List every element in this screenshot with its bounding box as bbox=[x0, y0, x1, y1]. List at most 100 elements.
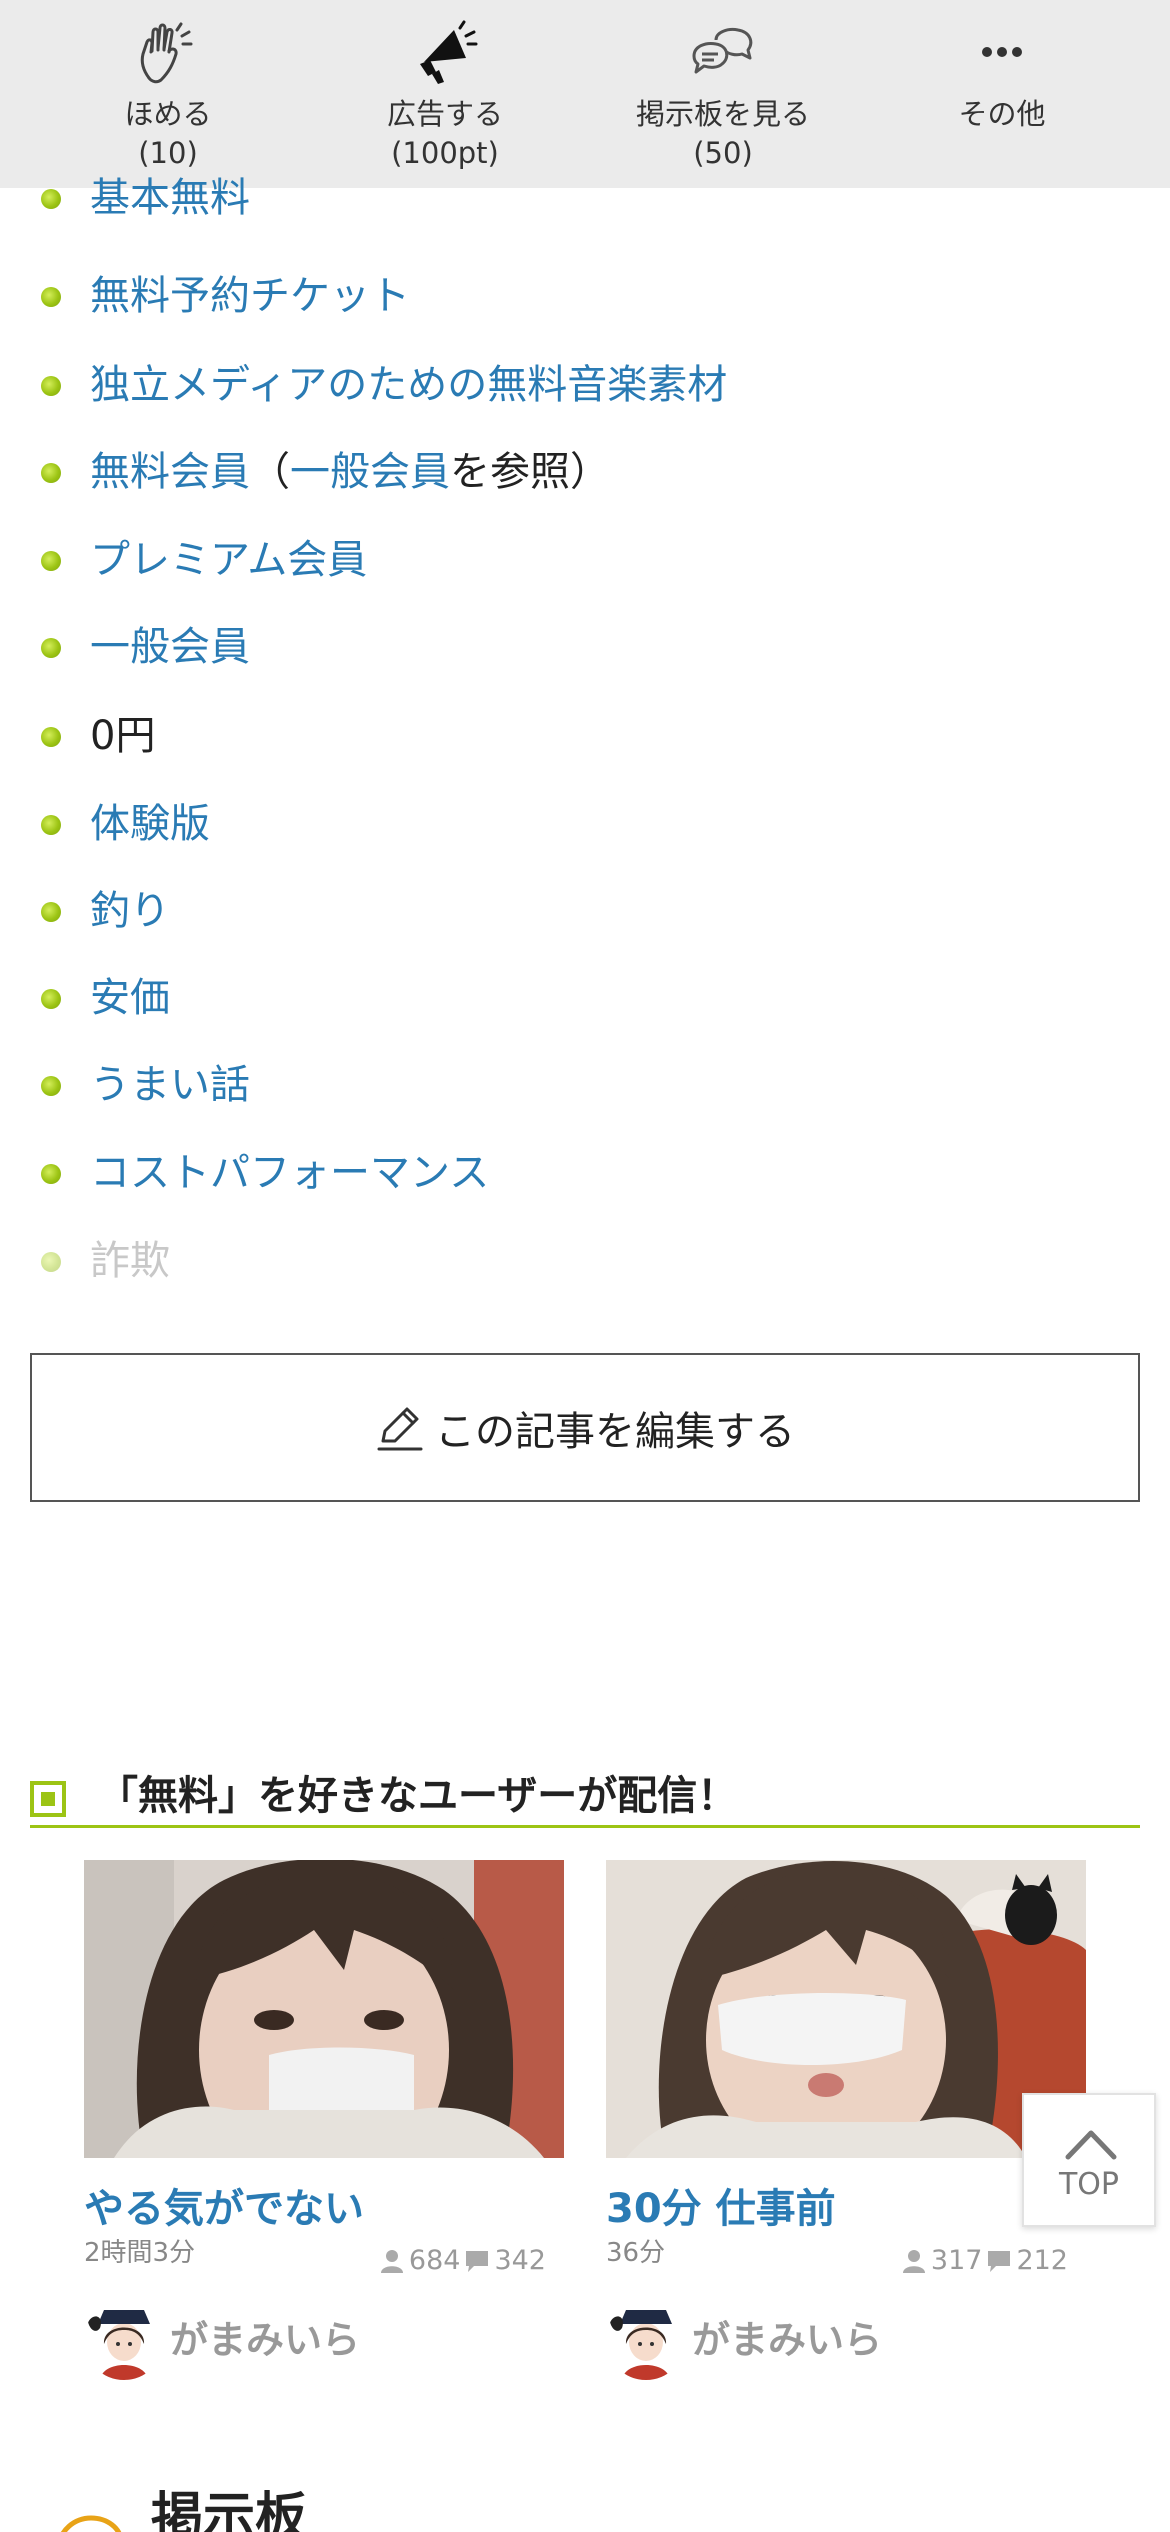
bullet-icon bbox=[41, 1164, 61, 1184]
praise-button[interactable]: ほめる (10) bbox=[38, 0, 298, 188]
advertise-label: 広告する bbox=[386, 97, 503, 131]
paren-open: （ bbox=[250, 449, 290, 495]
pencil-icon bbox=[377, 1407, 423, 1450]
board-title: 掲示板 bbox=[151, 2488, 308, 2532]
avatar-image bbox=[84, 2300, 164, 2380]
praise-count: (10) bbox=[138, 136, 198, 170]
bullet-icon bbox=[41, 902, 61, 922]
chat-bubbles-icon bbox=[692, 28, 753, 74]
list-item: 体験版 bbox=[0, 794, 1170, 854]
stream-card[interactable]: 30分 仕事前 36分 317 212 がまみいら bbox=[606, 1860, 1086, 2380]
scroll-top-button[interactable]: TOP bbox=[1022, 2093, 1156, 2227]
more-icon bbox=[982, 47, 1022, 57]
related-link[interactable]: 体験版 bbox=[90, 801, 210, 847]
related-link[interactable]: 安価 bbox=[90, 975, 170, 1021]
related-plain-text: 0円 bbox=[90, 713, 156, 759]
list-item: 無料予約チケット bbox=[0, 266, 1170, 326]
list-item-text: 無料予約チケット bbox=[90, 266, 410, 326]
stream-card[interactable]: やる気がでない 2時間3分 684 342 がまみいら bbox=[84, 1860, 564, 2380]
stream-thumbnail[interactable] bbox=[84, 1860, 564, 2158]
list-item: 釣り bbox=[0, 881, 1170, 941]
bullet-icon bbox=[41, 638, 61, 658]
section-title: 「無料」を好きなユーザーが配信！ bbox=[98, 1773, 738, 1819]
list-item-text: 安価 bbox=[90, 968, 170, 1028]
comment-icon bbox=[988, 2251, 1011, 2272]
avatar[interactable] bbox=[84, 2300, 164, 2380]
avatar-image bbox=[606, 2300, 686, 2380]
list-item-text: 体験版 bbox=[90, 794, 210, 854]
list-item-text: 無料会員（一般会員を参照） bbox=[90, 442, 610, 502]
see-text: を参照） bbox=[450, 449, 610, 495]
stream-thumbnail-image bbox=[84, 1860, 564, 2158]
stream-stats: 684 342 bbox=[379, 2244, 546, 2278]
stream-user[interactable]: がまみいら bbox=[606, 2300, 1086, 2380]
edit-article-button[interactable]: この記事を編集する bbox=[30, 1353, 1140, 1502]
viewer-icon bbox=[902, 2250, 925, 2273]
list-item: 無料会員（一般会員を参照） bbox=[0, 442, 1170, 502]
bullet-icon bbox=[41, 1252, 61, 1272]
advertise-count: (100pt) bbox=[391, 136, 499, 170]
bullet-icon bbox=[41, 815, 61, 835]
related-link[interactable]: 一般会員 bbox=[290, 449, 450, 495]
praise-label: ほめる bbox=[124, 97, 212, 131]
list-item: うまい話 bbox=[0, 1055, 1170, 1115]
clap-icon bbox=[140, 22, 193, 84]
related-link[interactable]: 基本無料 bbox=[90, 175, 250, 221]
related-link[interactable]: 無料予約チケット bbox=[90, 273, 410, 319]
list-item: 詐欺 bbox=[0, 1231, 1170, 1291]
comment-count: 212 bbox=[1016, 2245, 1068, 2276]
related-link[interactable]: 釣り bbox=[90, 888, 170, 934]
user-name[interactable]: がまみいら bbox=[170, 2314, 360, 2366]
comment-icon bbox=[466, 2251, 489, 2272]
bullet-icon bbox=[41, 989, 61, 1009]
list-item: コストパフォーマンス bbox=[0, 1143, 1170, 1203]
list-item: プレミアム会員 bbox=[0, 530, 1170, 590]
viewer-icon bbox=[380, 2250, 403, 2273]
stream-thumbnail[interactable] bbox=[606, 1860, 1086, 2158]
list-item-text: 釣り bbox=[90, 881, 170, 941]
bullet-icon bbox=[41, 1076, 61, 1096]
list-item-text: プレミアム会員 bbox=[90, 530, 367, 590]
related-link[interactable]: 無料会員 bbox=[90, 449, 250, 495]
view-board-label: 掲示板を見る bbox=[635, 97, 810, 131]
related-link[interactable]: 独立メディアのための無料音楽素材 bbox=[90, 362, 727, 408]
stream-title[interactable]: やる気がでない bbox=[84, 2182, 364, 2236]
board-chat-icon bbox=[61, 2515, 122, 2532]
more-button[interactable]: その他 bbox=[872, 0, 1132, 188]
viewer-count: 684 bbox=[408, 2245, 461, 2276]
view-board-button[interactable]: 掲示板を見る (50) bbox=[593, 0, 853, 188]
advertise-button[interactable]: 広告する (100pt) bbox=[315, 0, 575, 188]
list-item: 基本無料 bbox=[0, 168, 1170, 228]
board-section-header: 掲示板 bbox=[55, 2488, 655, 2532]
related-link[interactable]: プレミアム会員 bbox=[90, 537, 367, 583]
list-item-text: コストパフォーマンス bbox=[90, 1143, 489, 1203]
related-link[interactable]: うまい話 bbox=[90, 1062, 250, 1108]
section-header: 「無料」を好きなユーザーが配信！ bbox=[30, 1764, 1140, 1828]
bullet-icon bbox=[41, 551, 61, 571]
stream-thumbnail-image bbox=[606, 1860, 1086, 2158]
view-board-count: (50) bbox=[693, 136, 753, 170]
viewer-count: 317 bbox=[930, 2245, 983, 2276]
stream-user[interactable]: がまみいら bbox=[84, 2300, 564, 2380]
comment-count: 342 bbox=[494, 2245, 546, 2276]
bullet-icon bbox=[41, 287, 61, 307]
megaphone-icon bbox=[420, 20, 478, 84]
more-label: その他 bbox=[958, 97, 1046, 131]
related-link[interactable]: 一般会員 bbox=[90, 624, 250, 670]
stream-title[interactable]: 30分 仕事前 bbox=[606, 2182, 836, 2236]
scroll-top-label: TOP bbox=[1058, 2167, 1120, 2202]
list-item: 安価 bbox=[0, 968, 1170, 1028]
stream-duration: 2時間3分 bbox=[84, 2238, 196, 2268]
list-item-text: 基本無料 bbox=[90, 168, 250, 228]
list-item: 0円 bbox=[0, 706, 1170, 766]
section-marker-icon bbox=[30, 1781, 66, 1817]
list-item-text: 独立メディアのための無料音楽素材 bbox=[90, 355, 727, 415]
chevron-up-icon bbox=[1065, 2130, 1117, 2160]
list-item-text: 0円 bbox=[90, 706, 155, 766]
bullet-icon bbox=[41, 376, 61, 396]
user-name[interactable]: がまみいら bbox=[692, 2314, 882, 2366]
list-item: 一般会員 bbox=[0, 617, 1170, 677]
list-item-text: うまい話 bbox=[90, 1055, 250, 1115]
avatar[interactable] bbox=[606, 2300, 686, 2380]
related-link[interactable]: コストパフォーマンス bbox=[90, 1150, 489, 1196]
